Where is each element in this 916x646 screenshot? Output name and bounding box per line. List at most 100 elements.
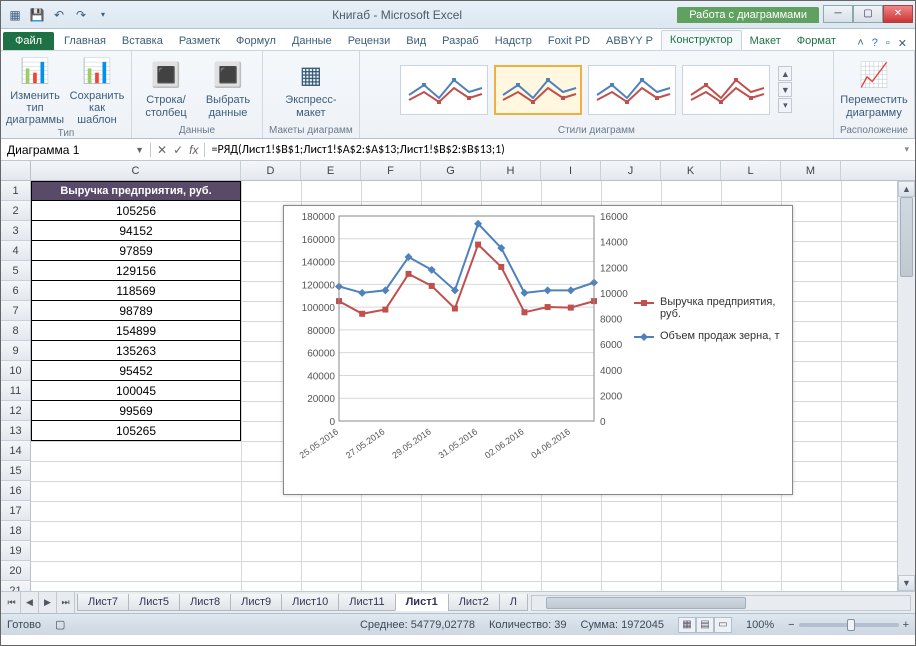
table-cell[interactable]: 118569: [31, 281, 241, 301]
column-header[interactable]: F: [361, 161, 421, 180]
close-button[interactable]: ✕: [883, 5, 913, 23]
tab-nav-next-icon[interactable]: ▶: [39, 592, 57, 613]
embedded-chart[interactable]: 0200004000060000800001000001200001400001…: [283, 205, 793, 495]
row-header[interactable]: 14: [1, 441, 31, 461]
express-layout-button[interactable]: ▦ Экспресс-макет: [283, 58, 339, 120]
chart-style-option[interactable]: [400, 65, 488, 115]
enter-formula-icon[interactable]: ✓: [173, 143, 183, 157]
name-box[interactable]: Диаграмма 1 ▼: [1, 143, 151, 157]
column-header[interactable]: L: [721, 161, 781, 180]
styles-scroll-down[interactable]: ▼: [778, 82, 792, 97]
move-chart-button[interactable]: 📈 Переместить диаграмму: [846, 58, 902, 120]
view-buttons[interactable]: ▦▤▭: [678, 617, 732, 633]
legend-item[interactable]: Выручка предприятия, руб.: [634, 296, 784, 320]
ribbon-tab[interactable]: Foxit PD: [540, 32, 598, 50]
chart-legend[interactable]: Выручка предприятия, руб. Объем продаж з…: [634, 296, 784, 352]
row-header[interactable]: 15: [1, 461, 31, 481]
table-cell[interactable]: 154899: [31, 321, 241, 341]
chart-style-option[interactable]: [494, 65, 582, 115]
hscroll-thumb[interactable]: [546, 597, 746, 609]
qat-more-icon[interactable]: ▾: [95, 7, 111, 23]
row-header[interactable]: 8: [1, 321, 31, 341]
chart-style-option[interactable]: [588, 65, 676, 115]
scroll-thumb[interactable]: [900, 197, 913, 277]
mdi-close-icon[interactable]: ✕: [898, 37, 907, 50]
column-header[interactable]: G: [421, 161, 481, 180]
name-box-dropdown-icon[interactable]: ▼: [135, 145, 144, 155]
table-cell[interactable]: 105256: [31, 201, 241, 221]
vertical-scrollbar[interactable]: ▲ ▼: [897, 181, 915, 591]
table-header-cell[interactable]: Выручка предприятия, руб.: [31, 181, 241, 201]
column-header[interactable]: H: [481, 161, 541, 180]
table-cell[interactable]: 105265: [31, 421, 241, 441]
column-header[interactable]: C: [31, 161, 241, 180]
expand-formula-bar-icon[interactable]: ▾: [898, 144, 915, 155]
zoom-in-icon[interactable]: +: [903, 619, 909, 631]
column-header[interactable]: K: [661, 161, 721, 180]
sheet-tab[interactable]: Лист1: [395, 594, 449, 611]
zoom-out-icon[interactable]: −: [788, 619, 794, 631]
ribbon-tab[interactable]: ABBYY P: [598, 32, 661, 50]
table-cell[interactable]: 94152: [31, 221, 241, 241]
macro-record-icon[interactable]: ▢: [55, 618, 65, 631]
mdi-restore-icon[interactable]: ▫: [886, 37, 890, 50]
ribbon-tab[interactable]: Надстр: [487, 32, 540, 50]
switch-row-column-button[interactable]: 🔳 Строка/столбец: [138, 58, 194, 120]
ribbon-tab[interactable]: Главная: [56, 32, 114, 50]
row-header[interactable]: 11: [1, 381, 31, 401]
scroll-down-button[interactable]: ▼: [898, 575, 915, 591]
ribbon-tab-chart[interactable]: Конструктор: [661, 30, 742, 50]
help-icon[interactable]: ?: [872, 37, 878, 50]
column-header[interactable]: I: [541, 161, 601, 180]
ribbon-tab-chart[interactable]: Макет: [742, 32, 789, 50]
row-header[interactable]: 18: [1, 521, 31, 541]
row-header[interactable]: 7: [1, 301, 31, 321]
cancel-formula-icon[interactable]: ✕: [157, 143, 167, 157]
legend-item[interactable]: Объем продаж зерна, т: [634, 330, 784, 342]
row-header[interactable]: 5: [1, 261, 31, 281]
sheet-tab[interactable]: Л: [499, 594, 528, 611]
row-header[interactable]: 13: [1, 421, 31, 441]
row-header[interactable]: 2: [1, 201, 31, 221]
fx-icon[interactable]: fx: [189, 143, 198, 157]
row-header[interactable]: 20: [1, 561, 31, 581]
save-as-template-button[interactable]: 📊 Сохранить как шаблон: [69, 54, 125, 128]
formula-bar[interactable]: =РЯД(Лист1!$B$1;Лист1!$A$2:$A$13;Лист1!$…: [205, 143, 898, 157]
row-header[interactable]: 12: [1, 401, 31, 421]
ribbon-tab[interactable]: Разметк: [171, 32, 228, 50]
table-cell[interactable]: 97859: [31, 241, 241, 261]
table-cell[interactable]: 98789: [31, 301, 241, 321]
ribbon-tab-chart[interactable]: Формат: [789, 32, 844, 50]
zoom-slider[interactable]: − +: [788, 619, 909, 631]
sheet-tab[interactable]: Лист7: [77, 594, 129, 611]
row-header[interactable]: 9: [1, 341, 31, 361]
ribbon-tab[interactable]: Вставка: [114, 32, 171, 50]
zoom-level[interactable]: 100%: [746, 619, 774, 631]
tab-nav-first-icon[interactable]: ⏮: [3, 592, 21, 613]
minimize-ribbon-icon[interactable]: ˄: [857, 37, 863, 50]
column-header[interactable]: M: [781, 161, 841, 180]
sheet-tab[interactable]: Лист8: [179, 594, 231, 611]
column-header[interactable]: D: [241, 161, 301, 180]
scroll-up-button[interactable]: ▲: [898, 181, 915, 197]
row-header[interactable]: 3: [1, 221, 31, 241]
chart-style-option[interactable]: [682, 65, 770, 115]
tab-nav-prev-icon[interactable]: ◀: [21, 592, 39, 613]
row-header[interactable]: 10: [1, 361, 31, 381]
select-all-corner[interactable]: [1, 161, 31, 181]
file-tab[interactable]: Файл: [3, 32, 54, 50]
save-icon[interactable]: 💾: [29, 7, 45, 23]
column-header[interactable]: E: [301, 161, 361, 180]
table-cell[interactable]: 100045: [31, 381, 241, 401]
redo-icon[interactable]: ↷: [73, 7, 89, 23]
worksheet[interactable]: CDEFGHIJKLM 1234567891011121314151617181…: [1, 161, 915, 591]
maximize-button[interactable]: ▢: [853, 5, 883, 23]
tab-nav-last-icon[interactable]: ⏭: [57, 592, 75, 613]
row-header[interactable]: 19: [1, 541, 31, 561]
select-data-button[interactable]: 🔳 Выбрать данные: [200, 58, 256, 120]
row-header[interactable]: 1: [1, 181, 31, 201]
row-header[interactable]: 4: [1, 241, 31, 261]
table-cell[interactable]: 129156: [31, 261, 241, 281]
table-cell[interactable]: 99569: [31, 401, 241, 421]
table-cell[interactable]: 95452: [31, 361, 241, 381]
